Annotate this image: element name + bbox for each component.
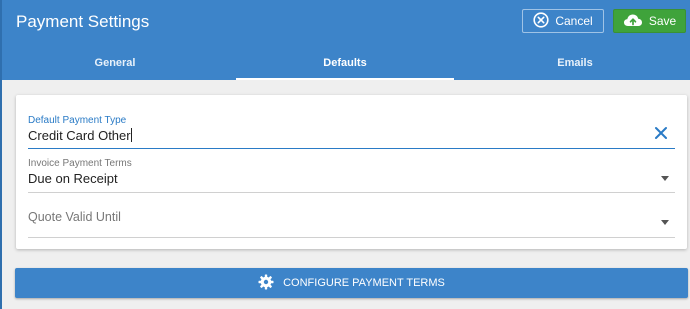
tab-emails[interactable]: Emails (460, 46, 690, 80)
save-label: Save (648, 14, 677, 28)
quote-valid-until-placeholder: Quote Valid Until (28, 210, 121, 224)
defaults-card: Default Payment Type Credit Card Other I… (16, 95, 687, 249)
tab-label: Emails (557, 57, 593, 69)
invoice-payment-terms-label: Invoice Payment Terms (28, 158, 132, 169)
chevron-down-icon[interactable] (661, 220, 669, 225)
invoice-payment-terms-select[interactable]: Invoice Payment Terms Due on Receipt (28, 158, 675, 193)
tab-label: Defaults (323, 57, 367, 69)
tab-label: General (94, 57, 136, 69)
field-underline (28, 192, 675, 193)
text-caret (130, 128, 132, 142)
default-payment-type-label: Default Payment Type (28, 115, 127, 126)
default-payment-type-text: Credit Card Other (28, 128, 131, 143)
close-icon[interactable] (653, 125, 669, 141)
field-underline (28, 148, 675, 149)
cloud-upload-icon (623, 13, 643, 30)
tab-general[interactable]: General (0, 46, 230, 80)
gear-icon (258, 274, 274, 293)
cancel-label: Cancel (555, 14, 593, 28)
cancel-button[interactable]: Cancel (522, 9, 604, 33)
page-title: Payment Settings (16, 12, 150, 31)
x-circle-icon (533, 11, 549, 31)
chevron-down-icon[interactable] (661, 176, 669, 181)
default-payment-type-value[interactable]: Credit Card Other (28, 128, 675, 143)
tab-bar: General Defaults Emails (0, 46, 690, 80)
save-button[interactable]: Save (613, 9, 686, 33)
configure-label: CONFIGURE PAYMENT TERMS (283, 277, 445, 289)
field-underline (28, 237, 675, 238)
default-payment-type-field[interactable]: Default Payment Type Credit Card Other (28, 115, 675, 149)
tab-defaults[interactable]: Defaults (230, 46, 460, 80)
configure-payment-terms-button[interactable]: CONFIGURE PAYMENT TERMS (15, 268, 688, 298)
invoice-payment-terms-value: Due on Receipt (28, 171, 118, 186)
quote-valid-until-select[interactable]: Quote Valid Until (28, 208, 675, 238)
